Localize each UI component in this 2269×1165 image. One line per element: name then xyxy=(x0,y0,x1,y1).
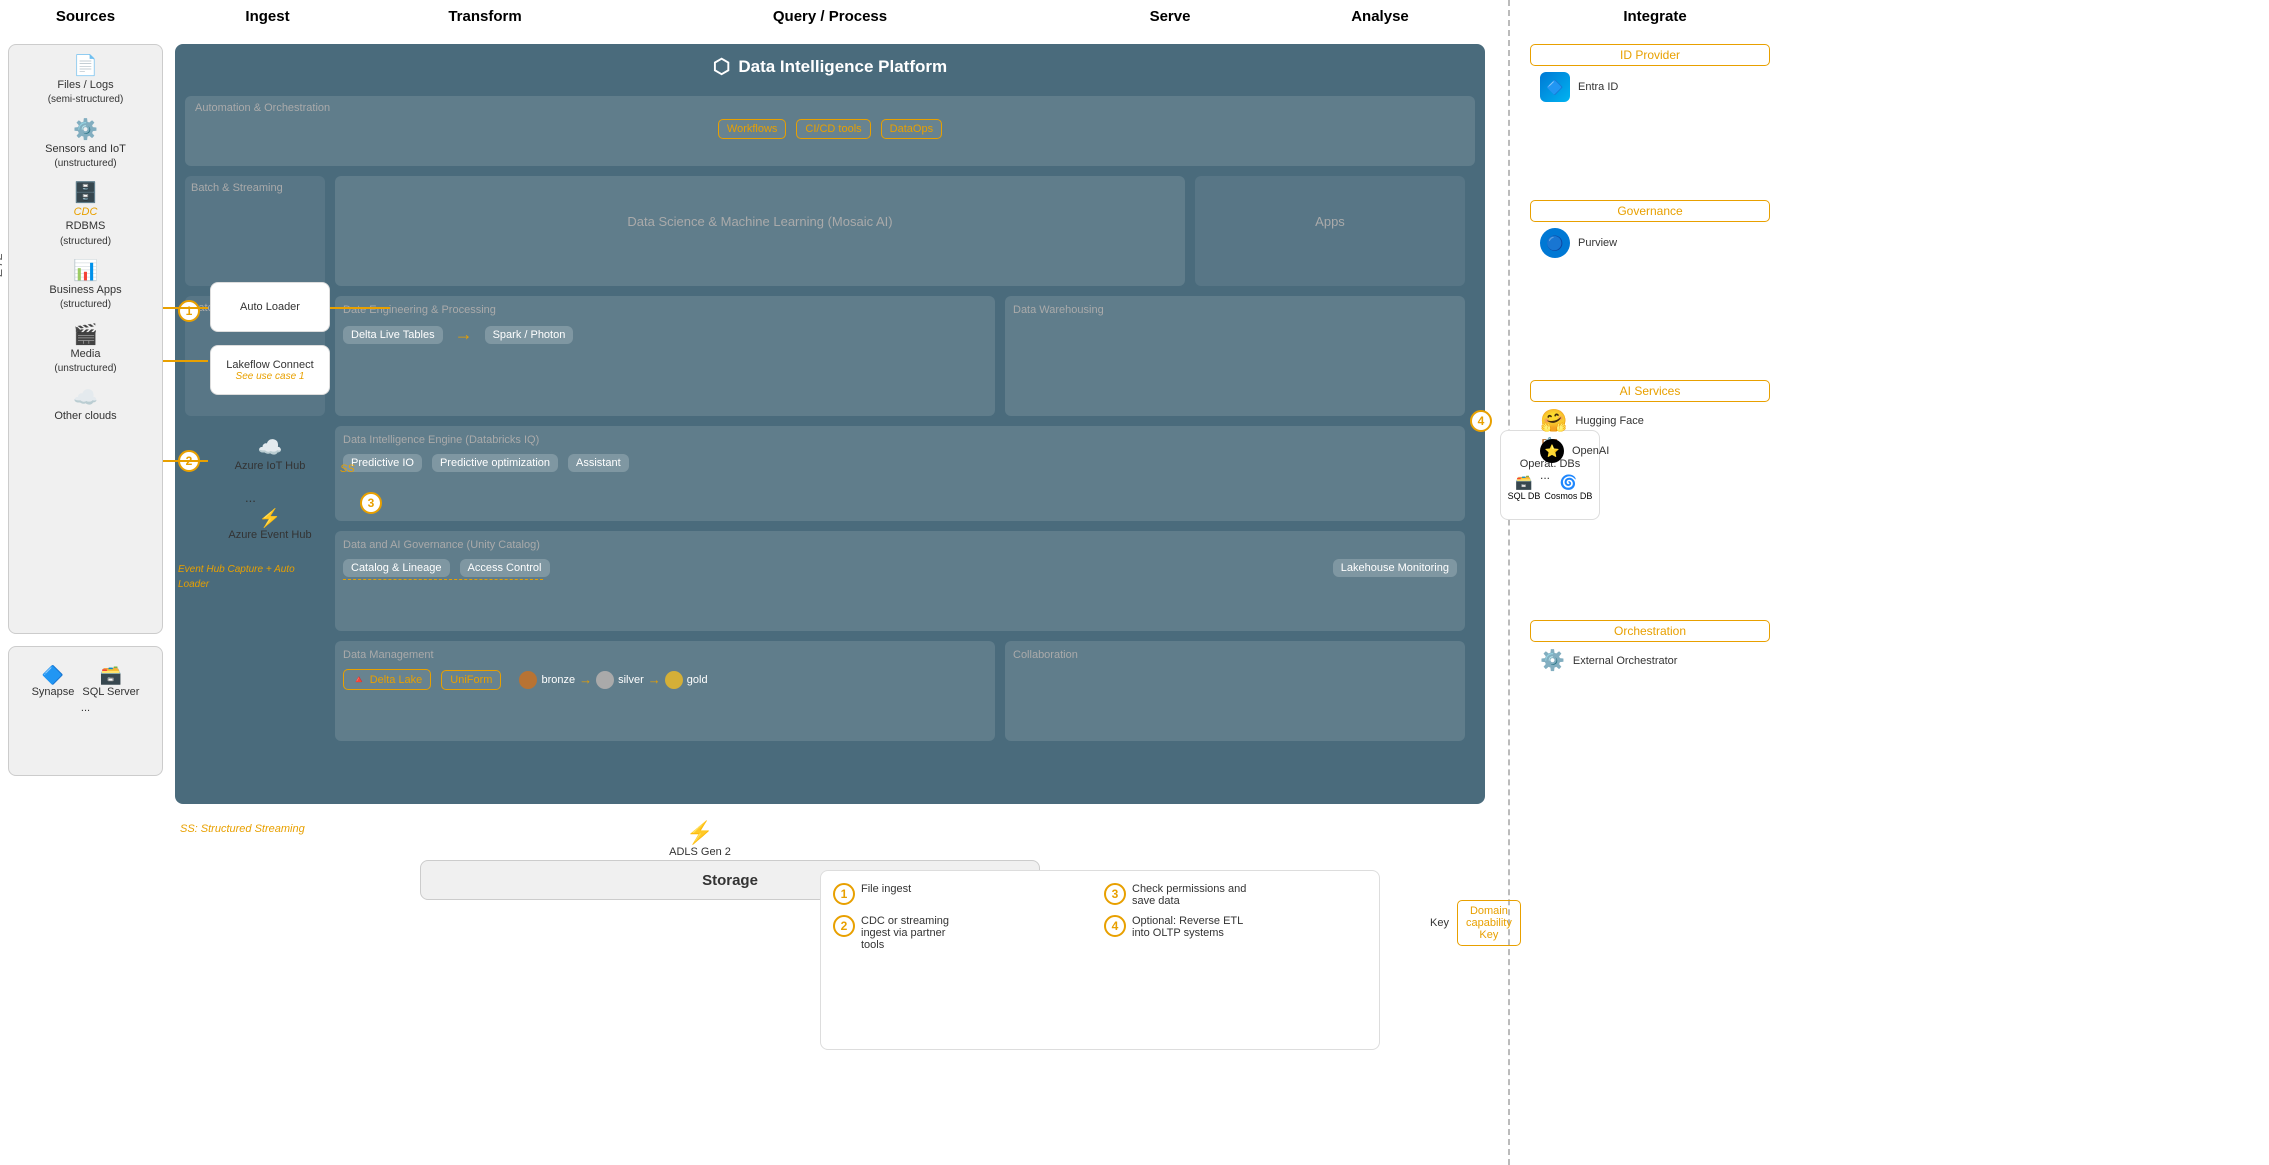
full-diagram: Sources Ingest Transform Query / Process… xyxy=(0,0,2269,1165)
arrow-3-ingest xyxy=(163,460,208,462)
header-analyse: Analyse xyxy=(1290,8,1470,25)
domain-key-badge: Domain capability Key xyxy=(1457,900,1521,946)
data-eng-section: Date Engineering & Processing Delta Live… xyxy=(335,296,995,416)
legend-box: 1 File ingest 3 Check permissions and sa… xyxy=(820,870,1380,1050)
integrate-id-provider: ID Provider 🔷 Entra ID xyxy=(1530,44,1770,102)
federation-label: Federation xyxy=(0,667,7,757)
source-media: 🎬 Media(unstructured) xyxy=(17,322,154,376)
medallion-chips: bronze → silver → gold xyxy=(519,671,707,689)
dashed-divider xyxy=(1508,0,1510,1165)
etl-label: ETL xyxy=(0,125,7,405)
auto-loader-box: Auto Loader xyxy=(210,282,330,332)
key-area: Key Domain capability Key xyxy=(1430,900,1521,946)
arrow-autoloader-platform xyxy=(330,307,390,309)
event-hub-note: Event Hub Capture + Auto Loader xyxy=(178,560,328,590)
source-other-clouds: ☁️ Other clouds xyxy=(17,385,154,422)
lakeflow-connect-box: Lakeflow Connect See use case 1 xyxy=(210,345,330,395)
arrow-1-ingest xyxy=(163,307,208,309)
data-mgmt-section: Data Management 🔺 Delta Lake UniForm bro… xyxy=(335,641,995,741)
collaboration-section: Collaboration xyxy=(1005,641,1465,741)
lakehouse-monitoring: Lakehouse Monitoring xyxy=(1333,559,1457,577)
source-sensors-iot: ⚙️ Sensors and IoT(unstructured) xyxy=(17,117,154,171)
ingest-ellipsis: ... xyxy=(245,490,256,505)
batch-streaming-1: Batch & Streaming xyxy=(185,176,325,286)
azure-iot-hub: ☁️ Azure IoT Hub xyxy=(210,435,330,472)
adls-gen2: ⚡ ADLS Gen 2 xyxy=(640,820,760,858)
automation-section: Automation & Orchestration Workflows CI/… xyxy=(185,96,1475,166)
header-query-process: Query / Process xyxy=(700,8,960,25)
platform-outer-box: ⬡ Data Intelligence Platform Automation … xyxy=(175,44,1485,804)
governance-section: Data and AI Governance (Unity Catalog) C… xyxy=(335,531,1465,631)
integrate-governance: Governance 🔵 Purview xyxy=(1530,200,1770,258)
source-rdbms: 🗄️ CDCRDBMS(structured) xyxy=(17,180,154,248)
ss-note-bottom: SS: Structured Streaming xyxy=(180,820,305,835)
legend-item-4: 4 Optional: Reverse ETL into OLTP system… xyxy=(1104,915,1367,951)
ds-ml-section: Data Science & Machine Learning (Mosaic … xyxy=(335,176,1185,286)
apps-section: Apps xyxy=(1195,176,1465,286)
sources-box: ETL 📄 Files / Logs(semi-structured) ⚙️ S… xyxy=(8,44,163,634)
header-serve: Serve xyxy=(1070,8,1270,25)
num-circle-3: 3 xyxy=(360,492,382,514)
header-ingest: Ingest xyxy=(190,8,345,25)
uniform-chip: UniForm xyxy=(441,670,501,690)
header-integrate: Integrate xyxy=(1530,8,1780,25)
legend-item-3: 3 Check permissions and save data xyxy=(1104,883,1367,907)
header-sources: Sources xyxy=(8,8,163,25)
federation-box: Federation 🔷 Synapse 🗃️ SQL Server ... xyxy=(8,646,163,776)
platform-title: ⬡ Data Intelligence Platform xyxy=(185,54,1475,79)
legend-item-1: 1 File ingest xyxy=(833,883,1096,907)
legend-item-2: 2 CDC or streaming ingest via partner to… xyxy=(833,915,1096,951)
data-wh-section: Data Warehousing xyxy=(1005,296,1465,416)
integrate-ai-services: AI Services 🤗 Hugging Face ⭐ OpenAI ... xyxy=(1530,380,1770,482)
num-circle-1: 1 xyxy=(178,300,200,322)
ss-label: SS xyxy=(340,460,355,475)
source-files-logs: 📄 Files / Logs(semi-structured) xyxy=(17,53,154,107)
source-business-apps: 📊 Business Apps(structured) xyxy=(17,258,154,312)
header-transform: Transform xyxy=(410,8,560,25)
delta-lake-chip: 🔺 Delta Lake xyxy=(343,669,431,690)
azure-event-hub: ⚡ Azure Event Hub xyxy=(210,508,330,541)
integrate-orchestration: Orchestration ⚙️ External Orchestrator xyxy=(1530,620,1770,673)
engine-section: Data Intelligence Engine (Databricks IQ)… xyxy=(335,426,1465,521)
arrow-2-ingest xyxy=(163,360,208,362)
num-circle-4: 4 xyxy=(1470,410,1492,432)
